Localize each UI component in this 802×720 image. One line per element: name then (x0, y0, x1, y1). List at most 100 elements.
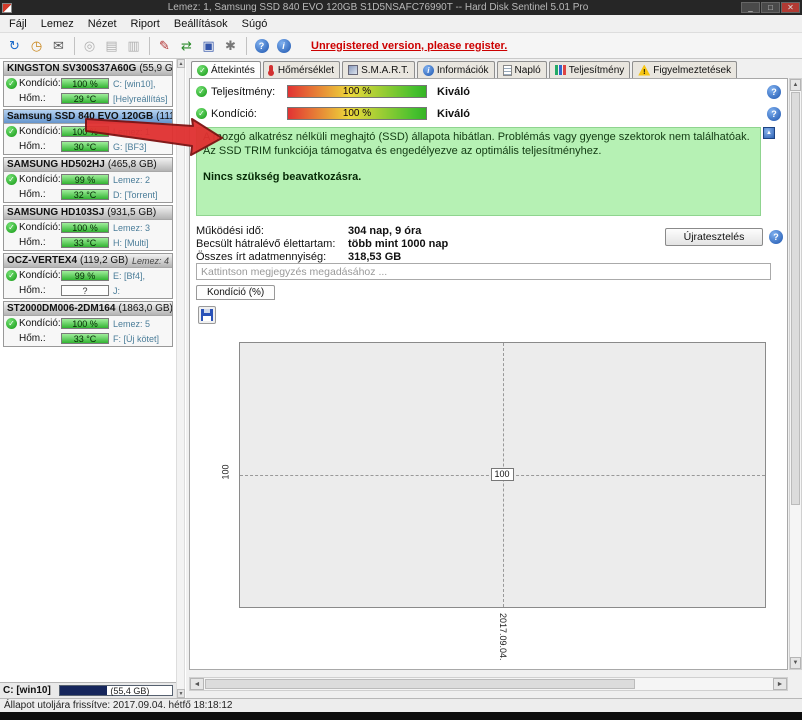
condition-label: Kondíció: (19, 318, 61, 329)
disk-item-st2000dm006[interactable]: ST2000DM006-2DM164 (1863,0 GB) ✓ Kondíci… (3, 301, 173, 347)
scroll-up-icon[interactable]: ▲ (790, 79, 801, 91)
health-summary-box: A mozgó alkatrész nélküli meghajtó (SSD)… (196, 127, 761, 216)
condition-bar: 100 % (61, 78, 109, 89)
disk-size: (111,8 GB) (156, 111, 172, 122)
disk-header[interactable]: OCZ-VERTEX4 (119,2 GB) Lemez: 4 (4, 254, 172, 268)
disk-header[interactable]: SAMSUNG HD502HJ (465,8 GB) (4, 158, 172, 172)
about-icon[interactable]: i (273, 35, 294, 56)
temperature-row: Hőm.: 29 °C [Helyreállítás] (4, 91, 172, 106)
menu-settings[interactable]: Beállítások (167, 16, 235, 32)
menu-bar: Fájl Lemez Nézet Riport Beállítások Súgó (0, 15, 802, 33)
help-icon[interactable]: ? (767, 84, 781, 99)
volume-label: G: [BF3] (113, 141, 147, 152)
maximize-button[interactable]: □ (761, 2, 780, 13)
disk-item-samsung-ssd[interactable]: Samsung SSD 840 EVO 120GB (111,8 GB) ✓ K… (3, 109, 173, 155)
help-icon[interactable]: ? (251, 35, 272, 56)
tab-alerts[interactable]: ! Figyelmeztetések (632, 61, 738, 78)
menu-file[interactable]: Fájl (2, 16, 34, 32)
info-icon: i (422, 64, 434, 76)
help-icon[interactable]: ? (769, 230, 783, 244)
condition-label: Kondíció: (19, 78, 61, 89)
menu-disk[interactable]: Lemez (34, 16, 81, 32)
content-vertical-scrollbar[interactable]: ▲ ▼ (789, 78, 802, 670)
temp-label: Hőm.: (19, 93, 46, 104)
surface-test-icon[interactable]: ▤ (101, 35, 122, 56)
disk-transfer-icon[interactable]: ⇄ (176, 35, 197, 56)
disk-number-label: Lemez: 3 (113, 222, 151, 233)
disk-item-hd502hj[interactable]: SAMSUNG HD502HJ (465,8 GB) ✓ Kondíció: 9… (3, 157, 173, 203)
sidebar-scrollbar[interactable]: ▲ ▼ (176, 59, 185, 698)
retest-button[interactable]: Újratesztelés (665, 228, 763, 246)
comment-input[interactable] (196, 263, 771, 280)
alarm-icon[interactable]: ◷ (26, 35, 47, 56)
scroll-down-icon[interactable]: ▼ (177, 689, 185, 698)
ok-icon: ✓ (196, 108, 207, 119)
tab-label: Áttekintés (211, 64, 255, 76)
disk-item-ocz-vertex4[interactable]: OCZ-VERTEX4 (119,2 GB) Lemez: 4 ✓ Kondíc… (3, 253, 173, 299)
temperature-row: Hőm.: 32 °C D: [Torrent] (4, 187, 172, 202)
tab-label: Hőmérséklet (277, 64, 335, 76)
main-area: KINGSTON SV300S37A60G (55,9 GB) ✓ Kondíc… (0, 59, 802, 698)
tab-log[interactable]: Napló (496, 61, 547, 78)
menu-view[interactable]: Nézet (81, 16, 124, 32)
disk-header[interactable]: ST2000DM006-2DM164 (1863,0 GB) (4, 302, 172, 316)
performance-label: Teljesítmény: (211, 85, 276, 98)
display-settings-icon[interactable]: ▣ (198, 35, 219, 56)
tab-overview[interactable]: ✓ Áttekintés (191, 61, 261, 78)
preferences-icon[interactable]: ✱ (220, 35, 241, 56)
minimize-button[interactable]: _ (741, 2, 760, 13)
report-mail-icon[interactable]: ✉ (48, 35, 69, 56)
temp-label: Hőm.: (19, 141, 46, 152)
disk-header-selected[interactable]: Samsung SSD 840 EVO 120GB (111,8 GB) (4, 110, 172, 124)
inspect-disk-icon[interactable]: ◎ (79, 35, 100, 56)
disk-number: Lemez: 4 (131, 255, 169, 266)
tab-label: Információk (436, 64, 489, 76)
thermometer-icon (267, 65, 274, 76)
refresh-icon[interactable]: ↻ (4, 35, 25, 56)
tab-temperature[interactable]: Hőmérséklet (262, 61, 341, 78)
scrollbar-thumb[interactable] (791, 92, 800, 505)
retest-area: Újratesztelés ? (665, 228, 783, 246)
condition-row: ✓ Kondíció: 100 % Lemez: 5 (4, 316, 172, 331)
tab-label: Teljesítmény (568, 64, 625, 76)
chart-tab-condition[interactable]: Kondíció (%) (196, 285, 276, 300)
volume-name: C: [win10] (3, 685, 51, 696)
register-link[interactable]: Unregistered version, please register. (311, 40, 507, 52)
toolbar-separator (74, 36, 75, 55)
close-button[interactable]: ✕ (781, 2, 800, 13)
disk-name: SAMSUNG HD502HJ (7, 159, 105, 170)
scrollbar-thumb[interactable] (205, 679, 635, 689)
scroll-left-icon[interactable]: ◄ (190, 678, 204, 690)
tab-label: Napló (514, 64, 541, 76)
temp-bar: 33 °C (61, 333, 109, 344)
disk-item-hd103sj[interactable]: SAMSUNG HD103SJ (931,5 GB) ✓ Kondíció: 1… (3, 205, 173, 251)
stats-block: Működési idő: 304 nap, 9 óra Becsült hát… (196, 225, 616, 264)
tab-smart[interactable]: S.M.A.R.T. (342, 61, 415, 78)
menu-help[interactable]: Súgó (235, 16, 275, 32)
health-text-action: Nincs szükség beavatkozásra. (203, 171, 362, 183)
healthbox-scroll-icon[interactable]: ▲ (763, 127, 775, 139)
tab-information[interactable]: i Információk (416, 61, 495, 78)
write-test-icon[interactable]: ✎ (154, 35, 175, 56)
temp-bar: 29 °C (61, 93, 109, 104)
disk-header[interactable]: SAMSUNG HD103SJ (931,5 GB) (4, 206, 172, 220)
scroll-up-icon[interactable]: ▲ (177, 59, 185, 68)
content-horizontal-scrollbar[interactable]: ◄ ► (189, 677, 788, 691)
save-chart-button[interactable] (198, 306, 216, 324)
temp-label: Hőm.: (19, 333, 46, 344)
disk-size: (1863,0 GB) (118, 303, 172, 314)
scroll-down-icon[interactable]: ▼ (790, 657, 801, 669)
help-icon[interactable]: ? (767, 106, 781, 121)
condition-label: Kondíció: (19, 174, 61, 185)
stat-label: Összes írt adatmennyiség: (196, 251, 327, 263)
benchmark-icon[interactable]: ▥ (123, 35, 144, 56)
disk-header[interactable]: KINGSTON SV300S37A60G (55,9 GB) (4, 62, 172, 76)
condition-bar: 100 % (61, 222, 109, 233)
menu-report[interactable]: Riport (124, 16, 167, 32)
tab-performance[interactable]: Teljesítmény (548, 61, 631, 78)
stat-label: Becsült hátralévő élettartam: (196, 238, 336, 250)
disk-item-kingston[interactable]: KINGSTON SV300S37A60G (55,9 GB) ✓ Kondíc… (3, 61, 173, 107)
temperature-row: Hőm.: ? J: (4, 283, 172, 298)
overview-panel: ✓ Teljesítmény: 100 % Kiváló ? ✓ Kondíci… (189, 78, 788, 670)
scroll-right-icon[interactable]: ► (773, 678, 787, 690)
